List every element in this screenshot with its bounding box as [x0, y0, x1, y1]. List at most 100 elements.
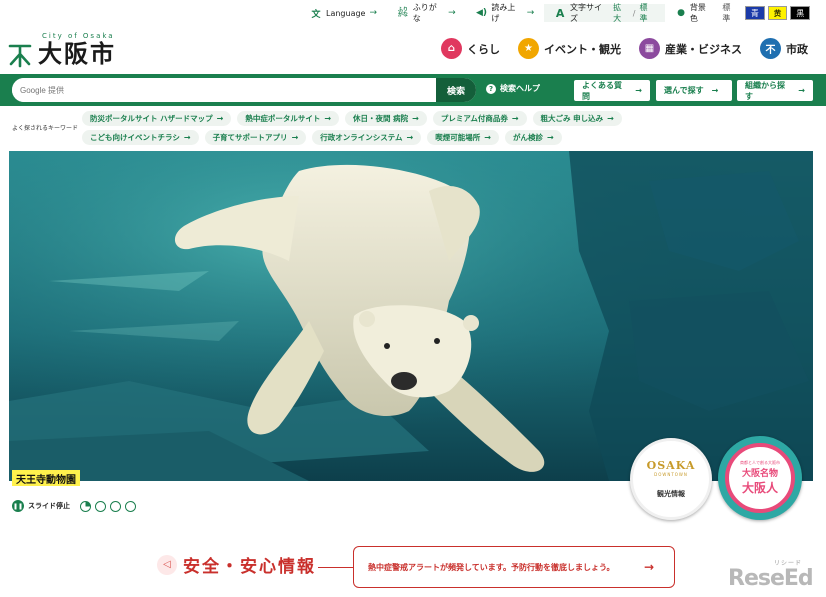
polar-bear-illustration [9, 151, 813, 481]
nav-label: くらし [467, 42, 500, 56]
keyword-chip[interactable]: 喫煙可能場所 → [427, 130, 499, 145]
nav-city-admin[interactable]: 不 市政 [760, 38, 808, 59]
keyword-label: 熱中症ポータルサイト [245, 114, 321, 123]
safety-divider [318, 567, 354, 568]
arrow-right-icon: → [291, 133, 299, 142]
reseed-watermark-logo: ReseEd リシード [728, 560, 814, 591]
arrow-right-icon: → [484, 133, 491, 142]
keyword-chip[interactable]: プレミアム付商品券 → [432, 111, 527, 126]
read-aloud-link[interactable]: ◀) 読み上げ → [466, 3, 545, 23]
pause-icon[interactable]: ❚❚ [12, 500, 24, 512]
keyword-chip[interactable]: 子育てサポートアプリ → [204, 130, 307, 145]
slide-dot[interactable] [110, 500, 121, 512]
watermark-text: ReseEd [728, 566, 814, 591]
font-size-separator: / [632, 8, 636, 18]
arrow-right-icon: → [546, 133, 554, 142]
keyword-chip[interactable]: 熱中症ポータルサイト → [237, 111, 340, 126]
nav-label: 産業・ビジネス [665, 42, 742, 56]
slide-dot[interactable] [125, 500, 136, 512]
speaker-icon: ◀) [476, 8, 488, 18]
slider-controls: ❚❚ スライド停止 [12, 500, 136, 512]
org-search-label: 組織から探す [745, 80, 785, 101]
keyword-label: プレミアム付商品券 [440, 114, 508, 123]
keyword-list: 防災ポータルサイト ハザードマップ → 熱中症ポータルサイト → 休日・夜間 病院 →… [82, 111, 722, 145]
main-nav: ⌂ くらし ★ イベント・観光 ▦ 産業・ビジネス 不 市政 [441, 38, 808, 59]
language-label: Language [326, 8, 366, 18]
search-input[interactable] [12, 78, 436, 102]
keyword-label: 休日・夜間 病院 [353, 114, 409, 123]
house-icon: ⌂ [441, 38, 462, 59]
font-size-label: 文字サイズ [570, 3, 603, 23]
keyword-chip[interactable]: 行政オンラインシステム → [312, 130, 422, 145]
banner-big-text: 大阪人 [741, 481, 778, 495]
safety-title: 安全・安心情報 [183, 557, 316, 577]
bg-color-control: ● 背景色 標準 青 黄 黒 [665, 2, 820, 24]
keyword-label: がん検診 [512, 133, 543, 142]
heat-alert-text: 熱中症警戒アラートが頻発しています。予防行動を徹底しましょう。 [368, 562, 615, 572]
banner-title: 大阪名物 [741, 469, 778, 479]
faq-button[interactable]: よくある質問 → [574, 80, 650, 101]
keyword-chip[interactable]: 防災ポータルサイト ハザードマップ → [82, 111, 232, 126]
font-size-standard[interactable]: 標準 [639, 2, 655, 24]
choose-search-label: 選んで探す [664, 86, 704, 95]
nav-event-tourism[interactable]: ★ イベント・観光 [518, 38, 621, 59]
search-help-link[interactable]: ? 検索ヘルプ [486, 83, 540, 94]
watermark-sub: リシード [774, 560, 803, 567]
search-button[interactable]: 検索 [436, 78, 476, 102]
logo-japanese: 大阪市 [38, 40, 116, 68]
org-search-button[interactable]: 組織から探す → [737, 80, 813, 101]
search-bar: 検索 ? 検索ヘルプ よくある質問 → 選んで探す → 組織から探す → [0, 74, 826, 106]
bg-color-black[interactable]: 黒 [790, 6, 811, 20]
keyword-chip[interactable]: 休日・夜間 病院 → [345, 111, 427, 126]
language-link[interactable]: 文 Language → [300, 4, 387, 22]
site-logo[interactable]: City of Osaka 大阪市 [8, 32, 116, 68]
furigana-icon: ふり がな [397, 7, 408, 18]
heat-alert-link[interactable]: 熱中症警戒アラートが頻発しています。予防行動を徹底しましょう。 → [353, 546, 675, 588]
keyword-label: 行政オンラインシステム [320, 133, 403, 142]
arrow-right-icon: → [216, 114, 224, 123]
arrow-right-icon: → [448, 8, 456, 18]
search-help-label: 検索ヘルプ [500, 84, 540, 93]
tourism-info-banner[interactable]: OSAKA DOWNTOWN 観光情報 [630, 438, 712, 520]
keyword-label: 喫煙可能場所 [435, 133, 481, 142]
star-icon: ★ [518, 38, 539, 59]
keywords-label: よく探されるキーワード [12, 125, 79, 132]
safety-heading: ◁ 安全・安心情報 [157, 552, 316, 577]
slide-dot[interactable] [95, 500, 106, 512]
osaka-meibutsu-banner[interactable]: 商都と人で創る大阪市 大阪名物 大阪人 [718, 436, 802, 520]
search-box: 検索 [12, 78, 476, 102]
slide-dots [80, 500, 136, 512]
arrow-right-icon: → [412, 114, 419, 123]
bg-color-yellow[interactable]: 黄 [767, 6, 788, 20]
keyword-label: 子育てサポートアプリ [212, 133, 288, 142]
utility-bar: 文 Language → ふり がな ふりがな → ◀) 読み上げ → A 文字サ… [300, 2, 820, 24]
furigana-link[interactable]: ふり がな ふりがな → [387, 3, 466, 23]
nav-industry-business[interactable]: ▦ 産業・ビジネス [639, 38, 742, 59]
arrow-right-icon: → [711, 86, 719, 95]
city-mark-icon: 不 [760, 38, 781, 59]
question-icon: ? [486, 83, 496, 94]
keyword-chip[interactable]: こども向けイベントチラシ → [82, 130, 199, 145]
nav-label: 市政 [786, 42, 808, 56]
font-size-enlarge[interactable]: 拡大 [613, 2, 629, 24]
building-icon: ▦ [639, 38, 660, 59]
nav-label: イベント・観光 [544, 42, 621, 56]
downtown-sub: DOWNTOWN [654, 472, 688, 477]
font-size-control: A 文字サイズ 拡大 / 標準 [544, 2, 666, 24]
nav-kurashi[interactable]: ⌂ くらし [441, 38, 500, 59]
osaka-city-mark-icon [8, 42, 32, 68]
faq-label: よくある質問 [582, 80, 622, 101]
keyword-chip[interactable]: 粗大ごみ 申し込み → [532, 111, 622, 126]
arrow-right-icon: → [635, 86, 642, 95]
slide-dot[interactable] [80, 500, 91, 512]
translate-icon: 文 [311, 9, 321, 20]
osaka-downtown-logo: OSAKA [646, 459, 696, 472]
hero-slide-image[interactable] [9, 151, 813, 481]
keyword-chip[interactable]: がん検診 → [504, 130, 562, 145]
keyword-label: こども向けイベントチラシ [90, 133, 180, 142]
bg-color-standard[interactable]: 標準 [722, 2, 738, 24]
choose-search-button[interactable]: 選んで探す → [656, 80, 732, 101]
arrow-right-icon: → [369, 8, 378, 18]
slide-stop-label[interactable]: スライド停止 [28, 501, 70, 511]
bg-color-blue[interactable]: 青 [745, 6, 765, 20]
